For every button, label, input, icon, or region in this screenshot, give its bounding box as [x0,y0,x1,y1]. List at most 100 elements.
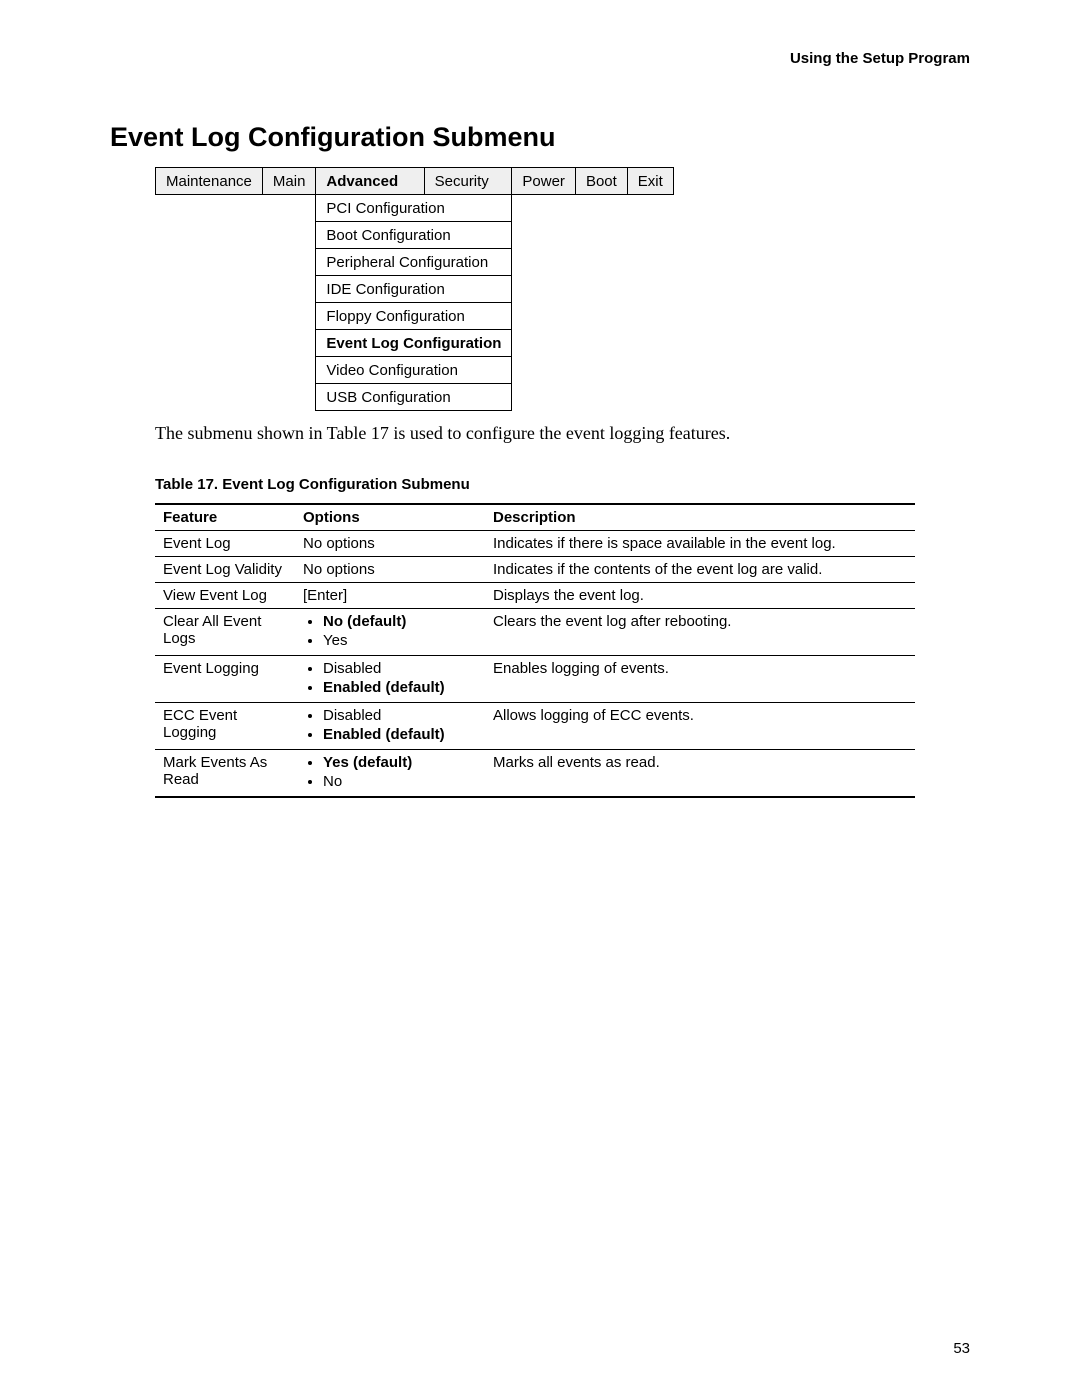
options-cell: Yes (default)No [295,750,485,798]
blank-cell [512,195,673,222]
option-item: Disabled [323,660,477,679]
options-list: Yes (default)No [303,754,477,792]
feature-row: Clear All Event LogsNo (default)YesClear… [155,609,915,656]
menu-submenu-row: Floppy Configuration [156,303,674,330]
feature-row: ECC Event LoggingDisabledEnabled (defaul… [155,703,915,750]
feature-row: View Event Log [Enter] Displays the event … [155,583,915,609]
options-cell: No options [295,557,485,583]
blank-cell [156,303,316,330]
blank-cell [512,357,673,384]
options-cell: DisabledEnabled (default) [295,656,485,703]
menu-tab-label: Main [273,173,306,190]
description-cell: Indicates if there is space available in… [485,531,915,557]
menu-submenu-item: Peripheral Configuration [316,249,512,276]
menu-submenu-item: Event Log Configuration [316,330,512,357]
menu-submenu-item: PCI Configuration [316,195,512,222]
menu-submenu-label: Boot Configuration [326,227,450,244]
menu-tab: Exit [627,168,673,195]
feature-cell: Event Logging [155,656,295,703]
blank-cell [512,222,673,249]
blank-cell [512,276,673,303]
option-item: Disabled [323,707,477,726]
options-text: [Enter] [303,587,347,604]
feature-cell: Mark Events As Read [155,750,295,798]
blank-cell [156,222,316,249]
menu-submenu-row: Peripheral Configuration [156,249,674,276]
menu-tab: Maintenance [156,168,263,195]
menu-tab: Advanced [316,168,424,195]
menu-tab: Main [262,168,316,195]
menu-submenu-label: PCI Configuration [326,200,444,217]
feature-cell: ECC Event Logging [155,703,295,750]
options-cell: [Enter] [295,583,485,609]
intro-paragraph: The submenu shown in Table 17 is used to… [155,423,970,444]
col-header-feature: Feature [155,504,295,531]
option-item: Yes [323,632,477,651]
feature-row: Event Log No options Indicates if there is… [155,531,915,557]
menu-submenu-row: PCI Configuration [156,195,674,222]
menu-submenu-item: Video Configuration [316,357,512,384]
blank-cell [156,357,316,384]
option-item: No (default) [323,613,477,632]
table-caption: Table 17. Event Log Configuration Submen… [155,476,970,493]
option-item: No [323,773,477,792]
options-cell: DisabledEnabled (default) [295,703,485,750]
options-list: DisabledEnabled (default) [303,660,477,698]
options-text: No options [303,535,375,552]
feature-row: Mark Events As ReadYes (default)NoMarks … [155,750,915,798]
col-header-description: Description [485,504,915,531]
feature-cell: Event Log Validity [155,557,295,583]
menu-tab-label: Exit [638,173,663,190]
menu-tab-label: Boot [586,173,617,190]
running-header: Using the Setup Program [110,50,970,67]
menu-submenu-row: Event Log Configuration [156,330,674,357]
feature-cell: View Event Log [155,583,295,609]
menu-submenu-label: Floppy Configuration [326,308,464,325]
menu-tab-label: Security [435,173,489,190]
blank-cell [156,195,316,222]
feature-row: Event LoggingDisabledEnabled (default)En… [155,656,915,703]
page: Using the Setup Program Event Log Config… [0,0,1080,1397]
menu-submenu-label: Video Configuration [326,362,457,379]
description-cell: Clears the event log after rebooting. [485,609,915,656]
description-cell: Marks all events as read. [485,750,915,798]
feature-table-body: Event Log No options Indicates if there is… [155,531,915,798]
menu-tab: Security [424,168,512,195]
menu-submenu-label: Peripheral Configuration [326,254,488,271]
blank-cell [156,330,316,357]
options-list: No (default)Yes [303,613,477,651]
page-number: 53 [953,1340,970,1357]
option-item: Enabled (default) [323,726,477,745]
menu-submenu-label: Event Log Configuration [326,335,501,352]
description-cell: Displays the event log. [485,583,915,609]
description-cell: Enables logging of events. [485,656,915,703]
menu-submenu-item: IDE Configuration [316,276,512,303]
blank-cell [512,303,673,330]
options-text: No options [303,561,375,578]
blank-cell [512,384,673,411]
menu-submenu-item: USB Configuration [316,384,512,411]
feature-cell: Clear All Event Logs [155,609,295,656]
menu-submenu-row: USB Configuration [156,384,674,411]
option-item: Enabled (default) [323,679,477,698]
menu-submenu-label: IDE Configuration [326,281,444,298]
blank-cell [156,249,316,276]
menu-tab: Power [512,168,576,195]
section-title: Event Log Configuration Submenu [110,122,970,153]
menu-tab-label: Maintenance [166,173,252,190]
blank-cell [512,330,673,357]
menu-submenu-row: IDE Configuration [156,276,674,303]
feature-cell: Event Log [155,531,295,557]
blank-cell [156,276,316,303]
menu-tab-label: Power [522,173,565,190]
menu-submenu-label: USB Configuration [326,389,450,406]
menu-tab: Boot [575,168,627,195]
col-header-options: Options [295,504,485,531]
menu-submenu-item: Floppy Configuration [316,303,512,330]
menu-submenu-row: Video Configuration [156,357,674,384]
menu-submenu-item: Boot Configuration [316,222,512,249]
menu-tab-label: Advanced [326,173,398,190]
feature-row: Event Log ValidityNo optionsIndicates if… [155,557,915,583]
menu-submenu-row: Boot Configuration [156,222,674,249]
options-list: DisabledEnabled (default) [303,707,477,745]
